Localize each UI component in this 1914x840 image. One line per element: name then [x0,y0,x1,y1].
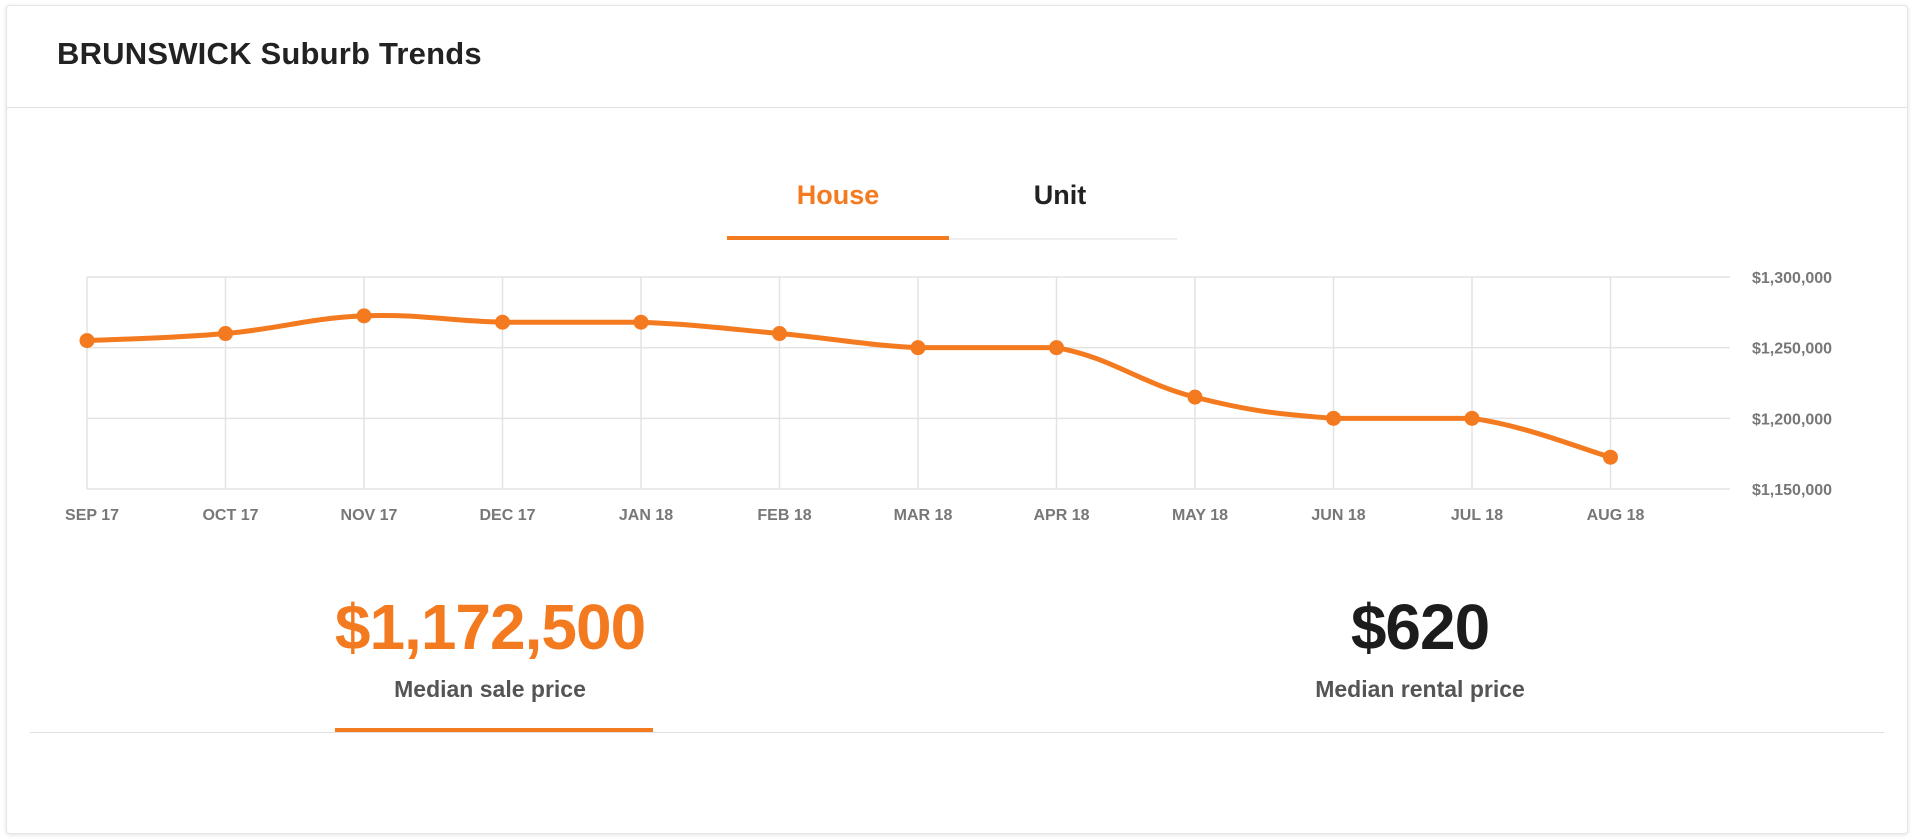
median-rent-stat[interactable]: $620 Median rental price [1230,585,1610,709]
y-tick-label: $1,250,000 [1752,341,1832,358]
x-tick-label: AUG 18 [1587,507,1645,524]
divider [30,732,1884,733]
data-point [218,326,233,342]
median-price-line-chart: $1,300,000 $1,250,000 $1,200,000 $1,150,000… [65,270,1832,524]
y-tick-label: $1,300,000 [1752,270,1832,287]
data-point [910,340,926,356]
data-point [356,308,372,324]
data-point [1464,410,1480,426]
x-tick-label: JUN 18 [1311,507,1365,524]
data-point [1049,340,1064,356]
data-point [495,314,510,330]
y-tick-label: $1,150,000 [1752,482,1832,499]
x-tick-label: MAY 18 [1172,507,1228,524]
data-point [633,314,649,330]
data-point [772,326,787,342]
series-line [84,312,1613,460]
data-point [1603,449,1618,465]
x-tick-label: NOV 17 [341,507,398,524]
x-tick-label: JAN 18 [619,507,673,524]
median-rent-value: $620 [1350,591,1490,663]
x-tick-label: DEC 17 [479,507,535,524]
x-tick-label: JUL 18 [1451,507,1503,524]
x-tick-label: APR 18 [1033,507,1089,524]
y-tick-label: $1,200,000 [1752,411,1832,428]
data-point [79,333,95,349]
x-tick-label: FEB 18 [757,507,811,524]
data-point [1187,389,1203,405]
median-sale-label: Median sale price [394,676,586,702]
x-tick-label: MAR 18 [894,507,953,524]
data-point [1326,410,1341,426]
x-tick-label: SEP 17 [65,507,119,524]
x-tick-label: OCT 17 [202,507,258,524]
median-sale-stat: $1,172,500 Median sale price [300,585,680,709]
median-rent-label: Median rental price [1315,676,1525,702]
median-sale-value: $1,172,500 [334,591,646,663]
